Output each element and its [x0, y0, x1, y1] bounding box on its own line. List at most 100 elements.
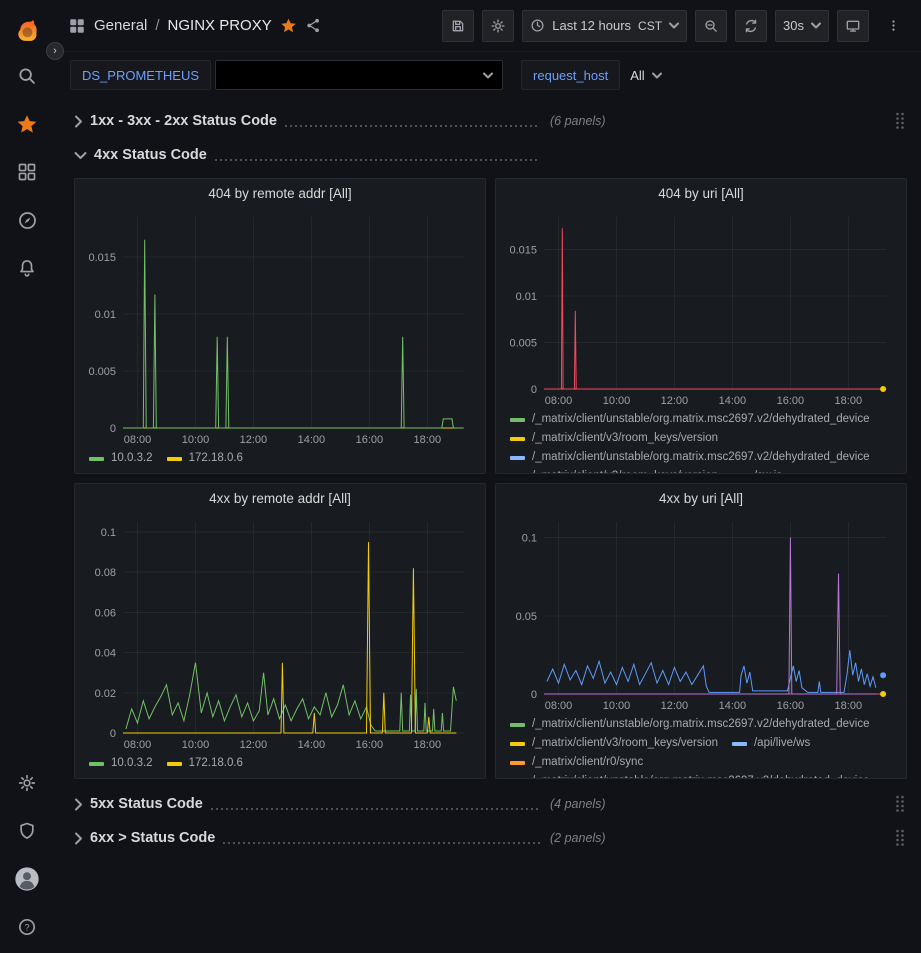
svg-text:08:00: 08:00 — [545, 700, 573, 712]
grafana-app: ? › General / NGINX PROXY — [0, 0, 921, 953]
legend-series-label: /api/live/ws — [754, 735, 810, 752]
favorite-star-icon[interactable] — [280, 17, 297, 34]
gear-icon — [490, 18, 506, 34]
timeseries-chart[interactable]: 00.020.040.060.080.108:0010:0012:0014:00… — [79, 514, 481, 753]
row-panel-count: (4 panels) — [550, 797, 606, 811]
dashboard-settings-button[interactable] — [482, 10, 514, 42]
sidebar-item-alerting[interactable] — [0, 244, 54, 292]
sidebar-item-starred[interactable] — [0, 100, 54, 148]
svg-text:0.015: 0.015 — [509, 245, 537, 257]
row-drag-handle[interactable] — [895, 795, 905, 813]
legend-item[interactable]: /_matrix/client/unstable/org.matrix.msc2… — [510, 773, 870, 778]
save-dashboard-button[interactable] — [442, 10, 474, 42]
caret-down-icon — [811, 22, 821, 29]
monitor-icon — [845, 18, 861, 34]
row-title: 4xx Status Code — [94, 147, 207, 163]
breadcrumb-folder[interactable]: General — [94, 17, 147, 34]
share-icon[interactable] — [305, 17, 322, 34]
sidebar-item-search[interactable] — [0, 52, 54, 100]
legend-item[interactable]: 10.0.3.2 — [89, 755, 153, 772]
timeseries-chart[interactable]: 00.0050.010.01508:0010:0012:0014:0016:00… — [500, 209, 902, 409]
panel-404-by-remote-addr: 404 by remote addr [All] 00.0050.010.015… — [74, 178, 486, 474]
legend-item[interactable]: /_matrix/client/v3/room_keys/version — [510, 430, 718, 447]
panel-title[interactable]: 4xx by uri [All] — [496, 484, 906, 514]
svg-text:?: ? — [24, 922, 29, 932]
legend-item[interactable]: /_matrix/client/unstable/org.matrix.msc2… — [510, 449, 870, 466]
variable-request-host-select[interactable]: All — [620, 60, 671, 90]
legend-item[interactable]: /_matrix/client/v3/room_keys/version — [510, 468, 718, 473]
variable-datasource-select[interactable] — [215, 60, 503, 90]
legend-item[interactable]: /_matrix/client/unstable/org.matrix.msc2… — [510, 716, 870, 733]
svg-text:0.05: 0.05 — [516, 611, 537, 623]
legend-series-label: /sw.js — [754, 468, 782, 473]
legend-item[interactable]: /_matrix/client/v3/room_keys/version — [510, 735, 718, 752]
variable-request-host-value: All — [630, 68, 644, 83]
legend-item[interactable]: /api/live/ws — [732, 735, 810, 752]
sidebar-item-settings[interactable] — [0, 759, 54, 807]
zoom-out-button[interactable] — [695, 10, 727, 42]
sidebar-item-explore[interactable] — [0, 196, 54, 244]
grafana-logo[interactable] — [12, 8, 42, 52]
more-options-button[interactable] — [877, 10, 909, 42]
timeseries-chart[interactable]: 00.0050.010.01508:0010:0012:0014:0016:00… — [79, 209, 481, 448]
legend-series-color — [167, 762, 182, 766]
zoom-out-icon — [703, 18, 719, 34]
legend-item[interactable]: 172.18.0.6 — [167, 450, 243, 467]
legend-item[interactable]: /_matrix/client/r0/sync — [510, 754, 643, 771]
svg-text:16:00: 16:00 — [356, 434, 384, 446]
svg-text:10:00: 10:00 — [603, 700, 631, 712]
row-title: 1xx - 3xx - 2xx Status Code — [90, 113, 277, 129]
sidebar-item-profile[interactable] — [0, 855, 54, 903]
panel-title[interactable]: 4xx by remote addr [All] — [75, 484, 485, 514]
legend-series-label: /_matrix/client/unstable/org.matrix.msc2… — [532, 449, 870, 466]
chart-legend: /_matrix/client/unstable/org.matrix.msc2… — [496, 714, 906, 778]
panel-title[interactable]: 404 by remote addr [All] — [75, 179, 485, 209]
compass-icon — [17, 210, 38, 231]
apps-icon — [68, 17, 86, 35]
svg-text:12:00: 12:00 — [661, 395, 689, 407]
refresh-interval-dropdown[interactable]: 30s — [775, 10, 829, 42]
time-range-picker[interactable]: Last 12 hours CST — [522, 10, 687, 42]
svg-text:12:00: 12:00 — [661, 700, 689, 712]
sidebar-item-help[interactable]: ? — [0, 903, 54, 951]
legend-item[interactable]: /_matrix/client/unstable/org.matrix.msc2… — [510, 411, 870, 428]
time-range-label: Last 12 hours — [552, 18, 631, 33]
search-icon — [17, 66, 37, 86]
legend-series-color — [89, 762, 104, 766]
legend-series-label: /_matrix/client/unstable/org.matrix.msc2… — [532, 411, 870, 428]
row-header-6xx[interactable]: 6xx > Status Code (2 panels) — [74, 823, 907, 853]
legend-item[interactable]: 172.18.0.6 — [167, 755, 243, 772]
dashboard-title[interactable]: NGINX PROXY — [168, 17, 272, 34]
row-dotted-leader — [215, 159, 540, 161]
row-header-5xx[interactable]: 5xx Status Code (4 panels) — [74, 789, 907, 819]
svg-text:0: 0 — [531, 689, 537, 701]
row-drag-handle[interactable] — [895, 112, 905, 130]
chevron-right-icon — [74, 798, 83, 811]
panel-404-by-uri: 404 by uri [All] 00.0050.010.01508:0010:… — [495, 178, 907, 474]
panel-title[interactable]: 404 by uri [All] — [496, 179, 906, 209]
svg-text:16:00: 16:00 — [356, 739, 384, 751]
row-dotted-leader — [285, 125, 540, 127]
sidebar-item-server-admin[interactable] — [0, 807, 54, 855]
variable-datasource-label[interactable]: DS_PROMETHEUS — [70, 60, 211, 90]
timeseries-chart[interactable]: 00.050.108:0010:0012:0014:0016:0018:00 — [500, 514, 902, 714]
sidebar: ? — [0, 0, 54, 953]
sidebar-expand-button[interactable]: › — [46, 42, 64, 60]
legend-item[interactable]: /sw.js — [732, 468, 782, 473]
row-drag-handle[interactable] — [895, 829, 905, 847]
help-icon: ? — [17, 917, 37, 937]
chart-legend: 10.0.3.2 172.18.0.6 — [75, 753, 485, 778]
cycle-view-mode-button[interactable] — [837, 10, 869, 42]
chevron-down-icon — [74, 151, 87, 160]
refresh-button[interactable] — [735, 10, 767, 42]
panel-4xx-by-remote-addr: 4xx by remote addr [All] 00.020.040.060.… — [74, 483, 486, 779]
legend-item[interactable]: 10.0.3.2 — [89, 450, 153, 467]
variable-request-host-label[interactable]: request_host — [521, 60, 620, 90]
row-header-4xx[interactable]: 4xx Status Code — [74, 140, 907, 170]
legend-series-color — [510, 437, 525, 441]
row-header-1xx-3xx-2xx[interactable]: 1xx - 3xx - 2xx Status Code (6 panels) — [74, 106, 907, 136]
legend-series-label: /_matrix/client/v3/room_keys/version — [532, 735, 718, 752]
legend-series-label: /_matrix/client/v3/room_keys/version — [532, 430, 718, 447]
sidebar-item-dashboards[interactable] — [0, 148, 54, 196]
refresh-interval-label: 30s — [783, 18, 804, 33]
